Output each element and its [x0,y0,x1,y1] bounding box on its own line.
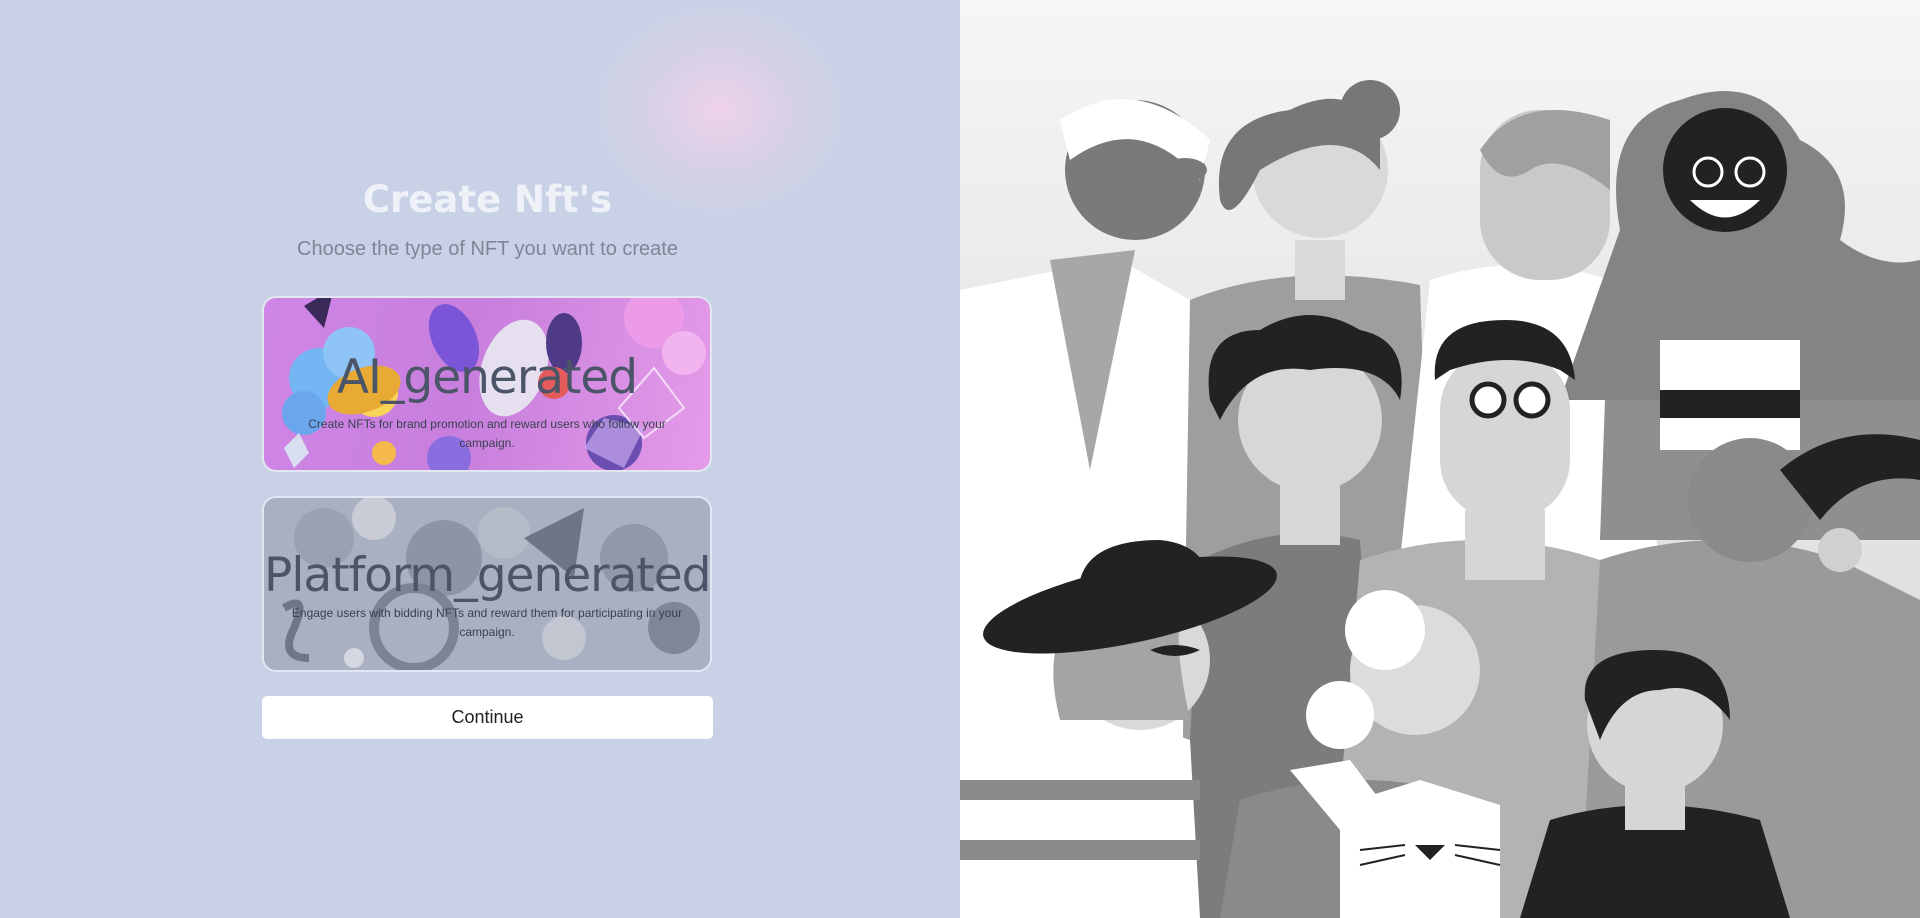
platform-generated-option-card[interactable]: Platform_generated Engage users with bid… [262,496,712,672]
diverse-crowd-illustration [960,80,1920,918]
ai-generated-description: Create NFTs for brand promotion and rewa… [308,417,666,450]
continue-button[interactable]: Continue [262,696,713,739]
ai-generated-option-card[interactable]: AI_generated Create NFTs for brand promo… [262,296,712,472]
page-subtitle: Choose the type of NFT you want to creat… [297,238,678,260]
page-title: Create Nft's [362,178,613,221]
ai-generated-title: AI_generated [336,350,638,405]
illustration-panel [960,0,1920,918]
create-nft-panel: Create Nft's Choose the type of NFT you … [0,0,960,918]
platform-generated-description: Engage users with bidding NFTs and rewar… [291,606,683,639]
platform-generated-title: Platform_generated [264,548,711,603]
